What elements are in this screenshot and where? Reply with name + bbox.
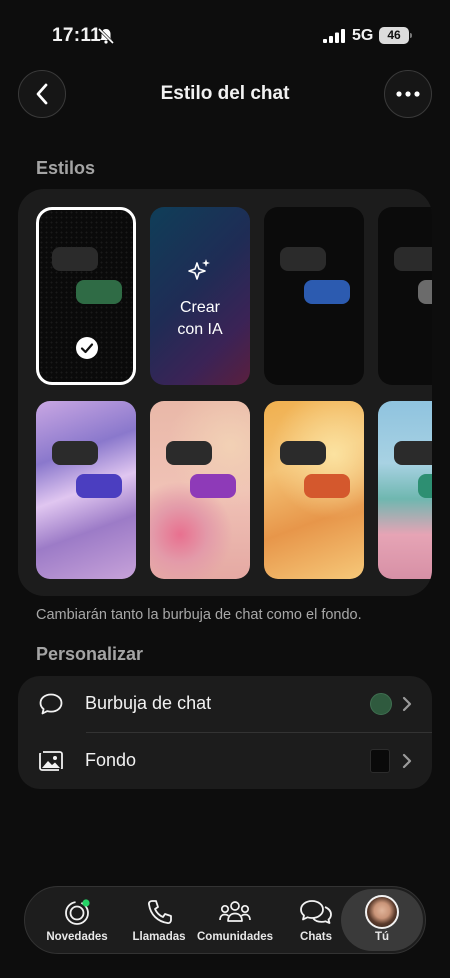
outgoing-bubble-preview	[418, 280, 432, 304]
status-bar: 17:11 5G 46	[0, 0, 450, 70]
network-type: 5G	[352, 27, 374, 44]
background-preview-swatch	[370, 749, 390, 773]
chat-bubble-icon	[39, 693, 63, 715]
incoming-bubble-preview	[52, 247, 98, 271]
style-tile-beach[interactable]	[378, 401, 432, 579]
incoming-bubble-preview	[52, 441, 98, 465]
tab-label: Llamadas	[132, 931, 186, 943]
battery-indicator: 46	[379, 27, 412, 44]
bell-muted-icon	[97, 27, 115, 45]
page-title: Estilo del chat	[160, 83, 290, 104]
style-tile-orange-silk[interactable]	[264, 401, 364, 579]
chat-bubble-row[interactable]: Burbuja de chat	[18, 676, 432, 733]
style-tile-purple-iridescent[interactable]	[36, 401, 136, 579]
chevron-right-icon	[402, 696, 412, 712]
more-options-button[interactable]	[384, 70, 432, 118]
status-time: 17:11	[52, 25, 102, 46]
incoming-bubble-preview	[394, 441, 432, 465]
chevron-right-icon	[402, 753, 412, 769]
tab-tu[interactable]: Tú	[341, 889, 423, 951]
styles-caption: Cambiarán tanto la burbuja de chat como …	[36, 607, 362, 623]
styles-section-label: Estilos	[36, 158, 96, 178]
avatar	[365, 895, 399, 929]
bottom-tab-bar: Novedades Llamadas Comunidades Chats Tú	[24, 886, 426, 954]
outgoing-bubble-preview	[76, 280, 122, 304]
background-label: Fondo	[85, 750, 137, 770]
communities-icon	[219, 901, 251, 922]
outgoing-bubble-preview	[304, 474, 350, 498]
tab-novedades[interactable]: Novedades	[37, 887, 117, 955]
more-dots-icon	[396, 91, 420, 97]
tab-label: Comunidades	[197, 931, 274, 943]
style-tile-dark-grey[interactable]	[378, 207, 432, 385]
tab-label: Chats	[300, 931, 332, 943]
chats-icon	[300, 900, 332, 924]
updates-icon	[65, 899, 90, 925]
chat-bubble-label: Burbuja de chat	[85, 693, 212, 713]
sparkles-icon	[188, 259, 210, 280]
tab-label: Tú	[374, 931, 390, 943]
style-tile-create-with-ai[interactable]: Crear con IA	[150, 207, 250, 385]
style-tile-pink-flowers[interactable]	[150, 401, 250, 579]
incoming-bubble-preview	[166, 441, 212, 465]
incoming-bubble-preview	[280, 441, 326, 465]
customize-section-label: Personalizar	[36, 644, 144, 664]
styles-grid: Crear con IA	[18, 189, 432, 596]
create-with-ai-label: Crear con IA	[177, 299, 223, 338]
cellular-signal-icon	[323, 29, 345, 43]
incoming-bubble-preview	[394, 247, 432, 271]
incoming-bubble-preview	[280, 247, 326, 271]
wallpaper-icon	[39, 751, 63, 771]
tab-comunidades[interactable]: Comunidades	[197, 887, 273, 955]
background-row[interactable]: Fondo	[18, 733, 432, 789]
outgoing-bubble-preview	[418, 474, 432, 498]
tab-llamadas[interactable]: Llamadas	[117, 887, 201, 955]
check-icon	[76, 337, 98, 359]
chat-style-screen: 17:11 5G 46 Estilo del chat Estilos Crea…	[0, 0, 450, 978]
phone-icon	[148, 900, 172, 924]
outgoing-bubble-preview	[190, 474, 236, 498]
customize-list: Burbuja de chat Fondo	[18, 676, 432, 789]
tab-label: Novedades	[46, 931, 108, 943]
style-tile-dark-green[interactable]	[36, 207, 136, 385]
bubble-color-swatch	[370, 693, 392, 715]
outgoing-bubble-preview	[76, 474, 122, 498]
tab-chats[interactable]: Chats	[283, 887, 349, 955]
style-tile-dark-blue[interactable]	[264, 207, 364, 385]
outgoing-bubble-preview	[304, 280, 350, 304]
